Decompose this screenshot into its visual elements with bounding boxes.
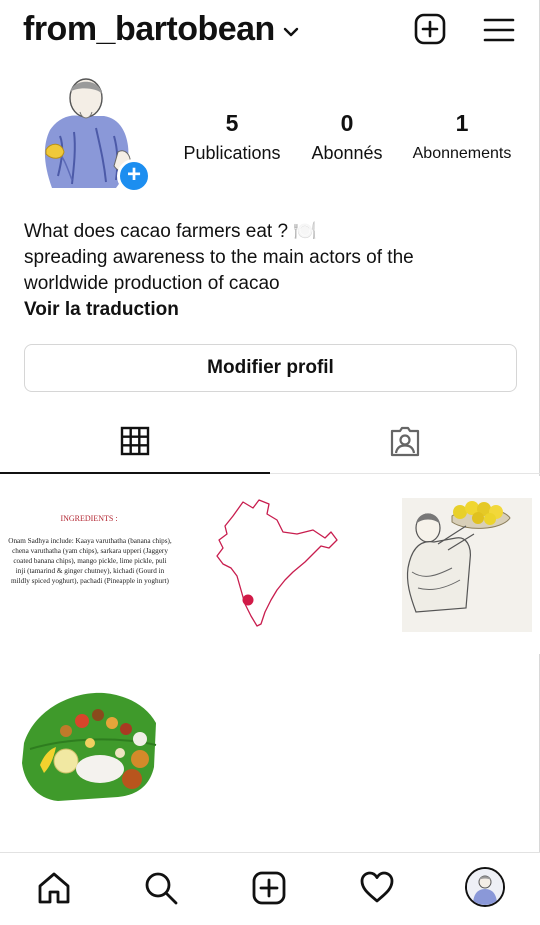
followers-stat[interactable]: 0 Abonnés bbox=[300, 110, 394, 164]
posts-label: Publications bbox=[183, 143, 281, 163]
post-woman-fruit-basket[interactable] bbox=[362, 476, 540, 654]
search-icon bbox=[145, 872, 178, 905]
tab-posts-grid[interactable] bbox=[0, 418, 270, 474]
profile-tabs bbox=[0, 418, 540, 474]
following-count: 1 bbox=[455, 110, 469, 136]
home-icon bbox=[38, 872, 70, 904]
add-story-button[interactable]: + bbox=[117, 159, 151, 193]
india-map-image bbox=[216, 499, 338, 627]
search-nav-button[interactable] bbox=[142, 869, 180, 907]
edit-profile-button[interactable]: Modifier profil bbox=[24, 344, 517, 392]
following-label: Abonnements bbox=[412, 145, 512, 162]
profile-avatar-icon bbox=[467, 869, 503, 905]
new-post-button[interactable] bbox=[413, 12, 447, 46]
heart-icon bbox=[360, 871, 394, 903]
bio-line-1: What does cacao farmers eat ? 🍽️ bbox=[24, 221, 317, 242]
grid-icon bbox=[120, 426, 150, 456]
bio-line-2: spreading awareness to the main actors o… bbox=[24, 247, 414, 268]
tab-tagged[interactable] bbox=[270, 418, 540, 474]
post-ingredients[interactable]: INGREDIENTS : Onam Sadhya include: Kaaya… bbox=[0, 476, 178, 654]
bottom-navigation bbox=[0, 852, 540, 925]
post-banana-leaf-meal[interactable] bbox=[0, 657, 178, 835]
profile-bio: What does cacao farmers eat ? 🍽️ spreadi… bbox=[24, 219, 524, 323]
account-switcher[interactable]: from_bartobean bbox=[23, 10, 299, 49]
posts-stat[interactable]: 5 Publications bbox=[176, 110, 288, 164]
see-translation-link[interactable]: Voir la traduction bbox=[24, 297, 524, 323]
home-nav-button[interactable] bbox=[35, 869, 73, 907]
bio-line-3: worldwide production of cacao bbox=[24, 273, 280, 294]
profile-screen: from_bartobean + 5 Publications 0 Abonné… bbox=[0, 0, 540, 925]
woman-carrying-fruit-basket-image bbox=[402, 498, 532, 632]
ingredients-text: Onam Sadhya include: Kaaya varuthatha (b… bbox=[8, 537, 172, 585]
add-post-icon bbox=[252, 871, 286, 905]
plus-circle-icon: + bbox=[126, 161, 141, 188]
profile-nav-button[interactable] bbox=[465, 867, 505, 907]
ingredients-title: INGREDIENTS : bbox=[60, 514, 118, 523]
followers-count: 0 bbox=[340, 110, 354, 136]
add-post-nav-button[interactable] bbox=[250, 869, 288, 907]
banana-leaf-meal-image bbox=[22, 692, 157, 801]
profile-header: from_bartobean bbox=[0, 0, 540, 62]
posts-count: 5 bbox=[225, 110, 239, 136]
tagged-person-icon bbox=[390, 426, 420, 457]
profile-username: from_bartobean bbox=[23, 10, 275, 48]
activity-nav-button[interactable] bbox=[358, 869, 396, 907]
chevron-down-icon bbox=[283, 27, 299, 36]
followers-label: Abonnés bbox=[311, 143, 383, 163]
hamburger-menu-icon[interactable] bbox=[482, 12, 516, 46]
post-india-map[interactable] bbox=[181, 476, 359, 654]
following-stat[interactable]: 1 Abonnements bbox=[406, 110, 518, 163]
